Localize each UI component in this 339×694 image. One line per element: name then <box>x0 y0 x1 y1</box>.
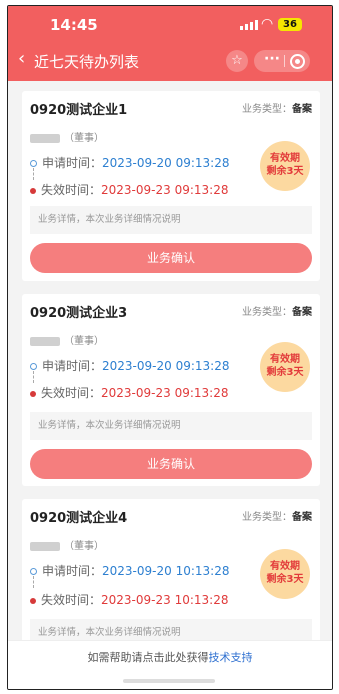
person: （董事） <box>30 129 104 144</box>
business-type-value: 备案 <box>292 512 312 523</box>
header: 14:45 ◠ 36 ‹ 近七天待办列表 ☆ ··· <box>8 6 332 81</box>
card-header: 0920测试企业1 业务类型：备案 <box>22 91 320 121</box>
timeline-dot-icon <box>30 363 37 370</box>
company-name: 0920测试企业3 <box>30 306 128 321</box>
signal-icon <box>240 20 258 30</box>
business-type-label: 业务类型： <box>242 307 292 318</box>
badge-line1: 有效期 <box>270 153 300 164</box>
redacted-name <box>30 541 60 551</box>
person-role: （董事） <box>64 336 104 347</box>
business-type-value: 备案 <box>292 307 312 318</box>
phone-screen: 14:45 ◠ 36 ‹ 近七天待办列表 ☆ ··· 0920测试企业1 业务类… <box>7 5 333 690</box>
capsule-divider <box>284 55 285 67</box>
company-name: 0920测试企业1 <box>30 103 128 118</box>
expire-label: 失效时间： <box>41 593 102 607</box>
expire-time-row: 失效时间：2023-09-23 10:13:28 <box>30 591 228 608</box>
todo-card: 0920测试企业4 业务类型：备案 （董事） 申请时间：2023-09-20 1… <box>22 499 320 649</box>
badge-line2: 剩余3天 <box>266 367 304 378</box>
timeline-dot-icon <box>30 597 36 604</box>
redacted-name <box>30 336 60 346</box>
help-footer: 如需帮助请点击此处获得技术支持 <box>8 640 332 689</box>
chevron-left-icon[interactable]: ‹ <box>18 48 25 69</box>
validity-badge: 有效期剩余3天 <box>260 549 310 599</box>
person: （董事） <box>30 332 104 347</box>
star-icon[interactable]: ☆ <box>226 50 248 72</box>
timeline-dot-icon <box>30 187 36 194</box>
timeline-connector <box>33 576 34 588</box>
battery-icon: 36 <box>278 18 302 31</box>
wifi-icon: ◠ <box>261 16 274 32</box>
expire-time: 2023-09-23 10:13:28 <box>101 593 229 607</box>
card-header: 0920测试企业3 业务类型：备案 <box>22 294 320 324</box>
apply-time-row: 申请时间：2023-09-20 09:13:28 <box>30 154 229 171</box>
timeline-dot-icon <box>30 390 36 397</box>
person: （董事） <box>30 537 104 552</box>
business-type-label: 业务类型： <box>242 512 292 523</box>
apply-time: 2023-09-20 10:13:28 <box>102 564 230 578</box>
expire-time: 2023-09-23 09:13:28 <box>101 183 229 197</box>
redacted-name <box>30 133 60 143</box>
badge-line1: 有效期 <box>270 354 300 365</box>
badge-line2: 剩余3天 <box>266 574 304 585</box>
business-type: 业务类型：备案 <box>242 303 312 318</box>
apply-time-row: 申请时间：2023-09-20 09:13:28 <box>30 357 229 374</box>
expire-time-row: 失效时间：2023-09-23 09:13:28 <box>30 181 228 198</box>
mini-program-capsule: ··· <box>254 50 310 72</box>
validity-badge: 有效期剩余3天 <box>260 342 310 392</box>
target-icon[interactable] <box>290 54 305 69</box>
apply-label: 申请时间： <box>42 156 103 170</box>
business-type: 业务类型：备案 <box>242 100 312 115</box>
confirm-button[interactable]: 业务确认 <box>30 449 312 479</box>
apply-time: 2023-09-20 09:13:28 <box>102 156 230 170</box>
business-detail: 业务详情，本次业务详细情况说明 <box>30 206 312 234</box>
business-detail: 业务详情，本次业务详细情况说明 <box>30 412 312 440</box>
company-name: 0920测试企业4 <box>30 511 128 526</box>
expire-time: 2023-09-23 09:13:28 <box>101 386 229 400</box>
status-bar: 14:45 ◠ 36 <box>8 6 332 42</box>
badge-line1: 有效期 <box>270 561 300 572</box>
business-type-value: 备案 <box>292 104 312 115</box>
todo-card: 0920测试企业3 业务类型：备案 （董事） 申请时间：2023-09-20 0… <box>22 294 320 486</box>
timeline-dot-icon <box>30 568 37 575</box>
apply-label: 申请时间： <box>42 359 103 373</box>
footer-text: 如需帮助请点击此处获得 <box>87 651 209 664</box>
nav-bar: ‹ 近七天待办列表 ☆ ··· <box>8 42 332 80</box>
business-type-label: 业务类型： <box>242 104 292 115</box>
page-title: 近七天待办列表 <box>34 53 140 71</box>
timeline-connector <box>33 168 34 180</box>
expire-label: 失效时间： <box>41 183 102 197</box>
expire-label: 失效时间： <box>41 386 102 400</box>
apply-label: 申请时间： <box>42 564 103 578</box>
home-indicator <box>123 679 215 683</box>
status-time: 14:45 <box>50 16 98 34</box>
timeline-connector <box>33 371 34 383</box>
timeline-dot-icon <box>30 160 37 167</box>
more-icon[interactable]: ··· <box>264 51 280 67</box>
person-role: （董事） <box>64 541 104 552</box>
apply-time: 2023-09-20 09:13:28 <box>102 359 230 373</box>
apply-time-row: 申请时间：2023-09-20 10:13:28 <box>30 562 229 579</box>
tech-support-link[interactable]: 技术支持 <box>209 651 253 664</box>
confirm-button[interactable]: 业务确认 <box>30 243 312 273</box>
person-role: （董事） <box>64 133 104 144</box>
card-header: 0920测试企业4 业务类型：备案 <box>22 499 320 529</box>
expire-time-row: 失效时间：2023-09-23 09:13:28 <box>30 384 228 401</box>
todo-card: 0920测试企业1 业务类型：备案 （董事） 申请时间：2023-09-20 0… <box>22 91 320 281</box>
business-type: 业务类型：备案 <box>242 508 312 523</box>
badge-line2: 剩余3天 <box>266 166 304 177</box>
validity-badge: 有效期剩余3天 <box>260 141 310 191</box>
